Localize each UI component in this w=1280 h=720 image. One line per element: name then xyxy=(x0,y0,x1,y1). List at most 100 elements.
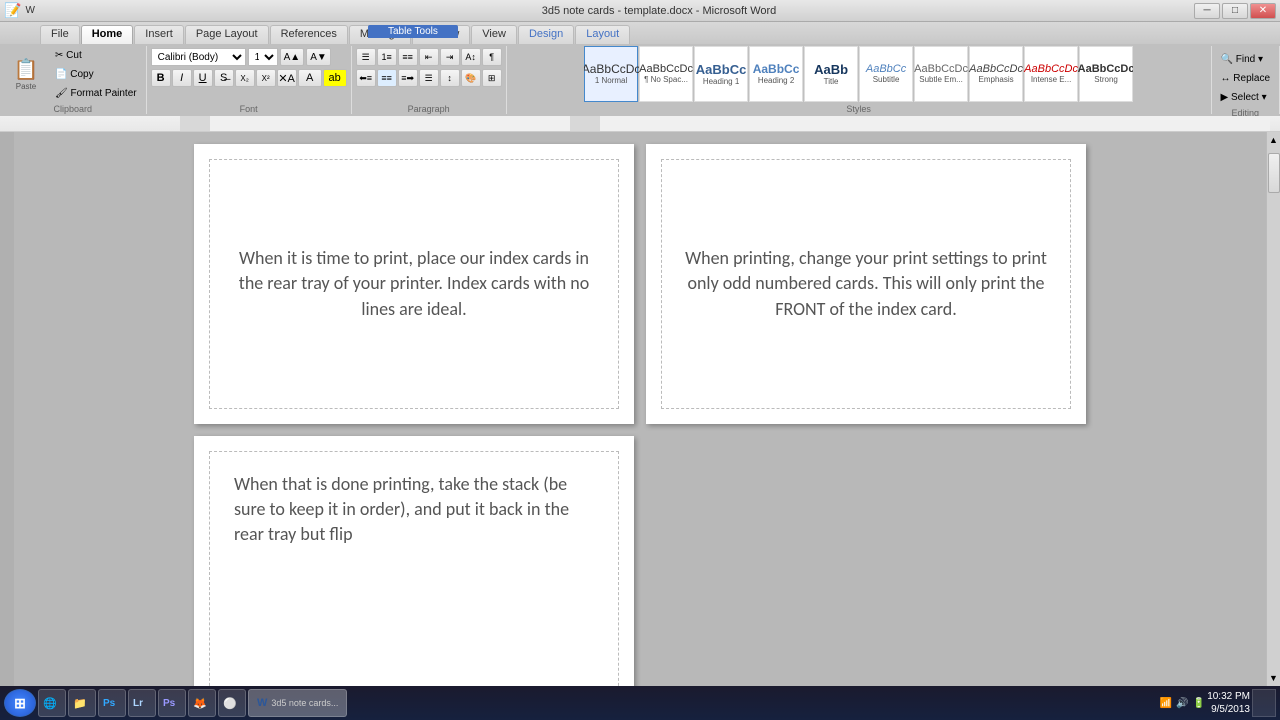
tab-page-layout[interactable]: Page Layout xyxy=(185,25,269,44)
page-2[interactable]: When printing, change your print setting… xyxy=(646,144,1086,424)
taskbar-ie[interactable]: 🌐 xyxy=(38,689,66,717)
justify-button[interactable]: ☰ xyxy=(419,69,439,87)
font-name-select[interactable]: Calibri (Body) xyxy=(151,48,246,66)
style-strong[interactable]: AaBbCcDc Strong xyxy=(1079,46,1133,102)
styles-label: Styles xyxy=(846,104,871,114)
taskbar-folder[interactable]: 📁 xyxy=(68,689,96,717)
tab-home[interactable]: Home xyxy=(81,25,134,44)
scrollbar-thumb[interactable] xyxy=(1268,153,1280,193)
taskbar-ps2[interactable]: Ps xyxy=(158,689,186,717)
card-2-inner[interactable]: When printing, change your print setting… xyxy=(661,159,1071,409)
paste-icon: 📋 xyxy=(14,57,39,82)
tab-insert[interactable]: Insert xyxy=(134,25,184,44)
ribbon-tabs: File Home Insert Page Layout References … xyxy=(0,22,1280,44)
close-button[interactable]: ✕ xyxy=(1250,3,1276,19)
style-normal[interactable]: AaBbCcDc 1 Normal xyxy=(584,46,638,102)
paste-button[interactable]: 📋 Paste xyxy=(4,48,48,100)
scroll-down-button[interactable]: ▼ xyxy=(1267,670,1280,686)
borders-button[interactable]: ⊞ xyxy=(482,69,502,87)
start-button[interactable]: ⊞ xyxy=(4,689,36,717)
taskbar-firefox[interactable]: 🦊 xyxy=(188,689,216,717)
taskbar-ps[interactable]: Ps xyxy=(98,689,126,717)
card-3-inner[interactable]: When that is done printing, take the sta… xyxy=(209,451,619,686)
card-1-text: When it is time to print, place our inde… xyxy=(230,246,598,322)
card-1-inner[interactable]: When it is time to print, place our inde… xyxy=(209,159,619,409)
shading-button[interactable]: 🎨 xyxy=(461,69,481,87)
style-no-space[interactable]: AaBbCcDc ¶ No Spac... xyxy=(639,46,693,102)
page-1[interactable]: When it is time to print, place our inde… xyxy=(194,144,634,424)
format-painter-button[interactable]: 🖌 Format Painter xyxy=(50,84,142,102)
bullets-button[interactable]: ☰ xyxy=(356,48,376,66)
style-emphasis[interactable]: AaBbCcDc Emphasis xyxy=(969,46,1023,102)
increase-font-button[interactable]: A▲ xyxy=(280,48,305,66)
line-spacing-button[interactable]: ↕ xyxy=(440,69,460,87)
decrease-font-button[interactable]: A▼ xyxy=(306,48,331,66)
tab-references[interactable]: References xyxy=(270,25,348,44)
italic-button[interactable]: I xyxy=(172,69,192,87)
style-title[interactable]: AaBb Title xyxy=(804,46,858,102)
paragraph-label: Paragraph xyxy=(408,104,450,114)
style-heading1[interactable]: AaBbCc Heading 1 xyxy=(694,46,748,102)
subscript-button[interactable]: X₂ xyxy=(235,69,255,87)
highlight-button[interactable]: ab xyxy=(323,69,347,87)
increase-indent-button[interactable]: ⇥ xyxy=(440,48,460,66)
clipboard-group: 📋 Paste ✂ Cut 📄 Copy 🖌 Format Painter Cl… xyxy=(0,46,147,114)
window-controls[interactable]: ─ □ ✕ xyxy=(1194,3,1276,19)
strikethrough-button[interactable]: S̶ xyxy=(214,69,234,87)
clear-format-button[interactable]: ✕A xyxy=(277,69,297,87)
copy-button[interactable]: 📄 Copy xyxy=(50,65,142,83)
decrease-indent-button[interactable]: ⇤ xyxy=(419,48,439,66)
left-margin xyxy=(0,132,14,686)
multilevel-button[interactable]: ≡≡ xyxy=(398,48,418,66)
tab-design[interactable]: Design xyxy=(518,25,574,44)
bold-button[interactable]: B xyxy=(151,69,171,87)
style-heading2[interactable]: AaBbCc Heading 2 xyxy=(749,46,803,102)
sort-button[interactable]: A↕ xyxy=(461,48,481,66)
underline-button[interactable]: U xyxy=(193,69,213,87)
tab-view[interactable]: View xyxy=(471,25,517,44)
pages-container[interactable]: When it is time to print, place our inde… xyxy=(14,132,1266,686)
ps2-icon: Ps xyxy=(163,698,175,709)
date-display: 9/5/2013 xyxy=(1207,703,1250,716)
page-row-1: When it is time to print, place our inde… xyxy=(194,144,1086,424)
show-desktop-button[interactable] xyxy=(1252,689,1276,717)
cut-button[interactable]: ✂ Cut xyxy=(50,46,142,64)
taskbar-chrome[interactable]: ⚪ xyxy=(218,689,246,717)
styles-row: AaBbCcDc 1 Normal AaBbCcDc ¶ No Spac... … xyxy=(584,46,1133,102)
chrome-icon: ⚪ xyxy=(223,697,237,710)
text-color-button[interactable]: A xyxy=(298,69,322,87)
card-3-text: When that is done printing, take the sta… xyxy=(234,472,598,548)
align-right-button[interactable]: ≡➡ xyxy=(398,69,418,87)
taskbar-word-label: 3d5 note cards... xyxy=(271,698,338,708)
taskbar-word[interactable]: W 3d5 note cards... xyxy=(248,689,347,717)
ie-icon: 🌐 xyxy=(43,697,57,710)
tab-layout[interactable]: Layout xyxy=(575,25,630,44)
minimize-button[interactable]: ─ xyxy=(1194,3,1220,19)
page-3[interactable]: When that is done printing, take the sta… xyxy=(194,436,634,686)
find-button[interactable]: 🔍 Find ▾ xyxy=(1216,50,1268,68)
maximize-button[interactable]: □ xyxy=(1222,3,1248,19)
numbering-button[interactable]: 1≡ xyxy=(377,48,397,66)
editing-label: Editing xyxy=(1232,108,1260,116)
replace-button[interactable]: ↔ Replace xyxy=(1216,69,1275,87)
network-icon: 📶 xyxy=(1160,698,1172,709)
tab-file[interactable]: File xyxy=(40,25,80,44)
font-size-select[interactable]: 18 xyxy=(248,48,278,66)
editing-group: 🔍 Find ▾ ↔ Replace ▶ Select ▾ Editing xyxy=(1212,46,1280,114)
align-left-button[interactable]: ⬅≡ xyxy=(356,69,376,87)
superscript-button[interactable]: X² xyxy=(256,69,276,87)
show-marks-button[interactable]: ¶ xyxy=(482,48,502,66)
paragraph-group: ☰ 1≡ ≡≡ ⇤ ⇥ A↕ ¶ ⬅≡ ≡≡ ≡➡ ☰ ↕ 🎨 ⊞ Paragr… xyxy=(352,46,507,114)
card-2-text: When printing, change your print setting… xyxy=(682,246,1050,322)
time-display: 10:32 PM xyxy=(1207,690,1250,703)
taskbar-lr[interactable]: Lr xyxy=(128,689,156,717)
align-center-button[interactable]: ≡≡ xyxy=(377,69,397,87)
ruler-marks xyxy=(180,116,1270,131)
scrollbar-vertical[interactable]: ▲ ▼ xyxy=(1266,132,1280,686)
style-intense-em[interactable]: AaBbCcDc Intense E... xyxy=(1024,46,1078,102)
scroll-up-button[interactable]: ▲ xyxy=(1267,132,1280,148)
select-button[interactable]: ▶ Select ▾ xyxy=(1216,88,1272,106)
style-subtitle[interactable]: AaBbCc Subtitle xyxy=(859,46,913,102)
font-group: Calibri (Body) 18 A▲ A▼ B I U S̶ X₂ X² ✕… xyxy=(147,46,352,114)
style-subtle-em[interactable]: AaBbCcDc Subtle Em... xyxy=(914,46,968,102)
